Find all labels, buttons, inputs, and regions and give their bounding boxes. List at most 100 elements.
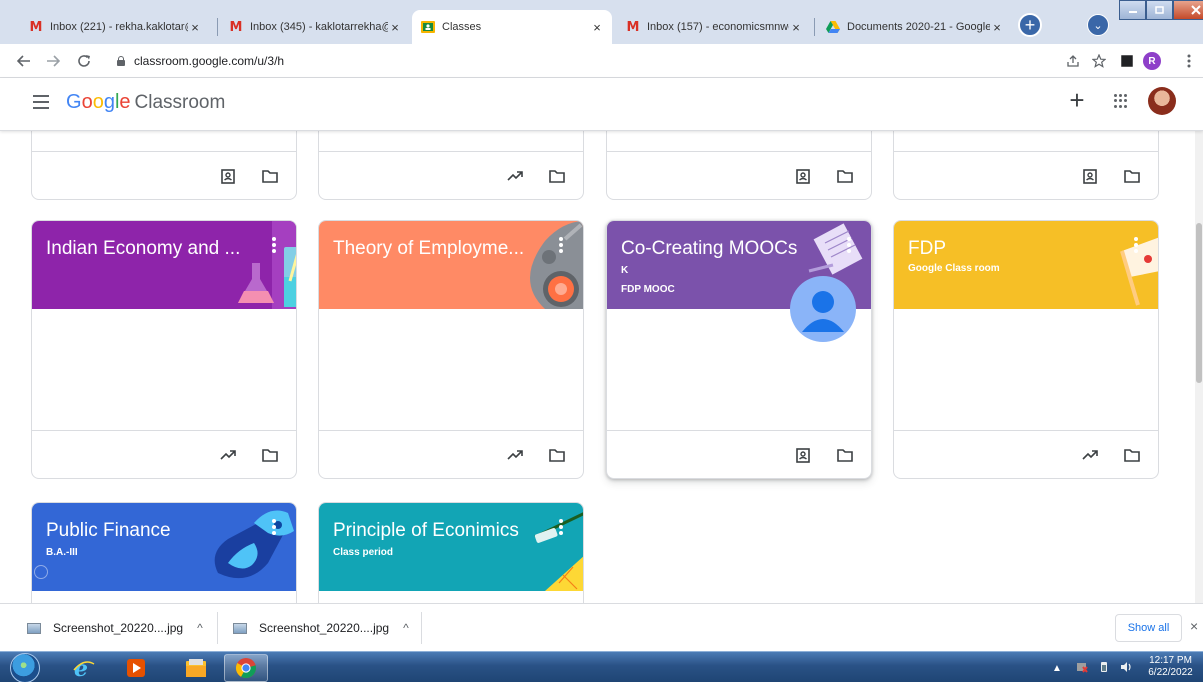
class-card-co-creating-moocs[interactable]: Co-Creating MOOCs K FDP MOOC xyxy=(606,220,872,479)
download-filename: Screenshot_20220....jpg xyxy=(259,621,390,635)
volume-icon[interactable] xyxy=(1120,661,1132,676)
class-title[interactable]: Public Finance xyxy=(46,520,171,542)
classroom-logo[interactable]: Google Classroom xyxy=(66,91,225,114)
page-scrollbar[interactable] xyxy=(1195,131,1203,603)
class-title[interactable]: Co-Creating MOOCs xyxy=(621,238,797,260)
trending-icon[interactable] xyxy=(506,446,524,464)
tab-close-icon[interactable]: × xyxy=(789,20,803,35)
download-item[interactable]: Screenshot_20220....jpg ^ xyxy=(233,604,409,652)
card-footer xyxy=(32,430,296,478)
folder-icon[interactable] xyxy=(836,446,854,464)
download-menu-caret[interactable]: ^ xyxy=(197,621,203,635)
assignment-icon[interactable] xyxy=(1081,167,1099,185)
card-banner: Public Finance B.A.-III xyxy=(32,503,296,591)
class-card-principle-of-economics[interactable]: Principle of Econimics Class period xyxy=(318,502,584,603)
taskbar-clock[interactable]: 12:17 PM 6/22/2022 xyxy=(1143,655,1198,679)
close-downloads-icon[interactable]: × xyxy=(1190,618,1198,634)
tab-documents[interactable]: Documents 2020-21 - Google × xyxy=(817,10,1012,44)
class-card-theory-of-employment[interactable]: Theory of Employme... xyxy=(318,220,584,479)
profile-avatar: R xyxy=(1143,52,1161,70)
class-card-fdp[interactable]: FDP Google Class room xyxy=(893,220,1159,479)
tab-close-icon[interactable]: × xyxy=(188,20,202,35)
internet-explorer-icon[interactable]: e xyxy=(62,654,106,682)
network-icon[interactable] xyxy=(1100,661,1108,676)
folder-icon[interactable] xyxy=(548,446,566,464)
restore-button[interactable] xyxy=(1146,0,1173,20)
class-title[interactable]: Indian Economy and ... xyxy=(46,238,240,260)
class-card[interactable] xyxy=(606,131,872,200)
window-close-button[interactable] xyxy=(1173,0,1203,20)
chrome-taskbar-icon[interactable] xyxy=(224,654,268,682)
minimize-button[interactable] xyxy=(1119,0,1146,20)
forward-button[interactable] xyxy=(42,50,64,72)
side-panel-button[interactable] xyxy=(1116,50,1138,72)
address-bar[interactable]: classroom.google.com/u/3/h xyxy=(108,49,1158,73)
tab-title: Inbox (221) - rekha.kaklotar@ xyxy=(50,21,188,33)
scrollbar-thumb[interactable] xyxy=(1196,223,1202,383)
class-card-indian-economy[interactable]: Indian Economy and ... xyxy=(31,220,297,479)
assignment-icon[interactable] xyxy=(219,167,237,185)
folder-icon[interactable] xyxy=(836,167,854,185)
class-options-icon[interactable] xyxy=(1134,237,1138,253)
download-menu-caret[interactable]: ^ xyxy=(403,621,409,635)
class-options-icon[interactable] xyxy=(272,519,276,535)
side-panel-icon xyxy=(1121,55,1133,67)
tab-search-button[interactable]: ⌄ xyxy=(1087,14,1109,36)
lock-icon xyxy=(116,56,126,66)
share-button[interactable] xyxy=(1062,50,1084,72)
class-card[interactable] xyxy=(31,131,297,200)
tab-inbox-kaklotar[interactable]: M Inbox (345) - kaklotarrekha@g × xyxy=(220,10,410,44)
trending-icon[interactable] xyxy=(219,446,237,464)
assignment-icon[interactable] xyxy=(794,446,812,464)
back-arrow-icon xyxy=(17,55,30,67)
file-explorer-icon[interactable] xyxy=(174,654,218,682)
download-separator xyxy=(217,612,218,644)
card-footer xyxy=(32,151,296,199)
tab-title: Classes xyxy=(442,21,482,33)
class-title[interactable]: FDP xyxy=(908,238,946,260)
download-item[interactable]: Screenshot_20220....jpg ^ xyxy=(27,604,203,652)
trending-icon[interactable] xyxy=(1081,446,1099,464)
browser-menu-button[interactable] xyxy=(1180,50,1198,72)
folder-icon[interactable] xyxy=(548,167,566,185)
class-card-public-finance[interactable]: Public Finance B.A.-III xyxy=(31,502,297,603)
assignment-icon[interactable] xyxy=(794,167,812,185)
class-card[interactable] xyxy=(318,131,584,200)
action-center-icon[interactable] xyxy=(1076,661,1088,676)
bookmark-button[interactable] xyxy=(1088,50,1110,72)
folder-icon[interactable] xyxy=(261,446,279,464)
card-banner: Principle of Econimics Class period xyxy=(319,503,583,591)
tab-close-icon[interactable]: × xyxy=(388,20,402,35)
tab-close-icon[interactable]: × xyxy=(990,20,1004,35)
new-tab-button[interactable]: + xyxy=(1018,13,1042,37)
class-grid: Indian Economy and ... Theory of Employm… xyxy=(0,131,1195,603)
create-class-button[interactable]: + xyxy=(1065,85,1089,115)
tab-close-icon[interactable]: × xyxy=(590,20,604,35)
class-options-icon[interactable] xyxy=(847,237,851,253)
folder-icon[interactable] xyxy=(1123,446,1141,464)
card-footer xyxy=(319,430,583,478)
tab-classes[interactable]: Classes × xyxy=(412,10,612,44)
reload-icon xyxy=(78,55,90,67)
tab-inbox-rekha[interactable]: M Inbox (221) - rekha.kaklotar@ × xyxy=(20,10,210,44)
google-apps-icon[interactable] xyxy=(1114,94,1128,108)
folder-icon[interactable] xyxy=(1123,167,1141,185)
main-menu-icon[interactable] xyxy=(33,95,49,109)
class-options-icon[interactable] xyxy=(559,519,563,535)
class-title[interactable]: Theory of Employme... xyxy=(333,238,524,260)
trending-icon[interactable] xyxy=(506,167,524,185)
start-button[interactable] xyxy=(10,653,40,682)
tray-expand-icon[interactable]: ▲ xyxy=(1052,663,1062,674)
media-player-icon[interactable] xyxy=(114,654,158,682)
profile-button[interactable]: R xyxy=(1141,50,1163,72)
class-title[interactable]: Principle of Econimics xyxy=(333,520,519,542)
folder-icon[interactable] xyxy=(261,167,279,185)
tab-inbox-economics[interactable]: M Inbox (157) - economicsmnwc × xyxy=(617,10,811,44)
back-button[interactable] xyxy=(13,50,35,72)
account-avatar[interactable] xyxy=(1148,87,1176,115)
show-all-button[interactable]: Show all xyxy=(1115,614,1182,642)
class-card[interactable] xyxy=(893,131,1159,200)
class-options-icon[interactable] xyxy=(559,237,563,253)
reload-button[interactable] xyxy=(73,50,95,72)
class-options-icon[interactable] xyxy=(272,237,276,253)
